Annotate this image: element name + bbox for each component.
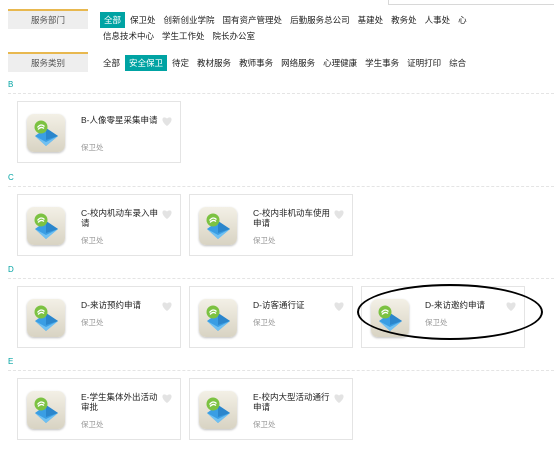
- service-app-icon: [27, 299, 65, 337]
- section-letter-d: D: [8, 265, 14, 274]
- category-option-mental-health[interactable]: 心理健康: [320, 56, 360, 70]
- service-title: D-访客通行证: [253, 300, 305, 310]
- category-option-network[interactable]: 网络服务: [278, 56, 318, 70]
- service-department: 保卫处: [253, 318, 276, 327]
- service-title: E-学生集体外出活动审批: [81, 392, 158, 412]
- category-option-all[interactable]: 全部: [100, 56, 123, 70]
- department-option-student-affairs[interactable]: 学生工作处: [159, 29, 208, 43]
- category-option-teacher[interactable]: 教师事务: [236, 56, 276, 70]
- department-option-all[interactable]: 全部: [100, 12, 126, 28]
- service-card[interactable]: D-来访预约申请 保卫处: [17, 286, 181, 348]
- service-card[interactable]: E-学生集体外出活动审批 保卫处: [17, 378, 181, 440]
- service-card[interactable]: D-访客通行证 保卫处: [189, 286, 353, 348]
- service-title: D-来访预约申请: [81, 300, 141, 310]
- section-divider: [8, 186, 554, 187]
- heart-icon[interactable]: [161, 393, 173, 406]
- service-card[interactable]: C-校内机动车录入申请 保卫处: [17, 194, 181, 256]
- service-department: 保卫处: [81, 143, 104, 152]
- heart-icon[interactable]: [161, 116, 173, 129]
- service-department: 保卫处: [81, 236, 104, 245]
- service-card[interactable]: C-校内非机动车使用申请 保卫处: [189, 194, 353, 256]
- department-filter-items: 全部 保卫处 创新创业学院 国有资产管理处 后勤服务总公司 基建处 教务处 人事处心 信息技术…: [100, 12, 554, 46]
- section-letter-b: B: [8, 80, 14, 89]
- heart-icon[interactable]: [333, 301, 345, 314]
- category-option-certificate[interactable]: 证明打印: [404, 56, 444, 70]
- service-app-icon: [199, 391, 237, 429]
- category-filter: 服务类别 全部 安全保卫 待定 教材服务 教师事务 网络服务 心理健康 学生事务 证明打印 综合: [8, 52, 554, 74]
- service-app-icon: [27, 391, 65, 429]
- section-divider: [8, 278, 554, 279]
- service-app-icon: [199, 207, 237, 245]
- service-title: E-校内大型活动通行申请: [253, 392, 330, 412]
- category-option-general[interactable]: 综合: [446, 56, 469, 70]
- heart-icon[interactable]: [161, 301, 173, 314]
- department-option-construction[interactable]: 基建处: [355, 13, 387, 27]
- service-title: C-校内非机动车使用申请: [253, 208, 330, 228]
- category-filter-items: 全部 安全保卫 待定 教材服务 教师事务 网络服务 心理健康 学生事务 证明打印 综合: [100, 55, 554, 72]
- heart-icon[interactable]: [333, 393, 345, 406]
- service-title: C-校内机动车录入申请: [81, 208, 158, 228]
- department-option-security[interactable]: 保卫处: [127, 13, 159, 27]
- service-department: 保卫处: [81, 318, 104, 327]
- service-department: 保卫处: [81, 420, 104, 429]
- service-department: 保卫处: [253, 420, 276, 429]
- service-card[interactable]: E-校内大型活动通行申请 保卫处: [189, 378, 353, 440]
- category-option-textbook[interactable]: 教材服务: [194, 56, 234, 70]
- highlight-circle: [357, 284, 543, 340]
- category-option-pending[interactable]: 待定: [169, 56, 192, 70]
- section-letter-e: E: [8, 357, 14, 366]
- service-title: B-人像零星采集申请: [81, 115, 158, 125]
- department-option-innovation[interactable]: 创新创业学院: [161, 13, 218, 27]
- department-option-president-office[interactable]: 院长办公室: [210, 29, 259, 43]
- service-department: 保卫处: [253, 236, 276, 245]
- department-option-logistics[interactable]: 后勤服务总公司: [287, 13, 353, 27]
- department-option-cut[interactable]: 心: [455, 13, 470, 27]
- service-card[interactable]: B-人像零星采集申请 保卫处: [17, 101, 181, 163]
- section-divider: [8, 370, 554, 371]
- service-app-icon: [199, 299, 237, 337]
- heart-icon[interactable]: [333, 209, 345, 222]
- category-filter-label: 服务类别: [8, 52, 88, 72]
- category-option-security[interactable]: 安全保卫: [125, 55, 168, 71]
- heart-icon[interactable]: [161, 209, 173, 222]
- service-app-icon: [27, 114, 65, 152]
- department-filter: 服务部门 全部 保卫处 创新创业学院 国有资产管理处 后勤服务总公司 基建处 教务处 人事处心…: [8, 9, 554, 43]
- department-option-academic[interactable]: 教务处: [388, 13, 420, 27]
- department-filter-label: 服务部门: [8, 9, 88, 29]
- department-option-hr[interactable]: 人事处: [422, 13, 454, 27]
- department-option-assets[interactable]: 国有资产管理处: [220, 13, 286, 27]
- top-search-box-edge: [388, 0, 554, 5]
- section-divider: [8, 93, 554, 94]
- department-option-it-center[interactable]: 信息技术中心: [100, 29, 157, 43]
- category-option-student[interactable]: 学生事务: [362, 56, 402, 70]
- section-letter-c: C: [8, 173, 14, 182]
- service-app-icon: [27, 207, 65, 245]
